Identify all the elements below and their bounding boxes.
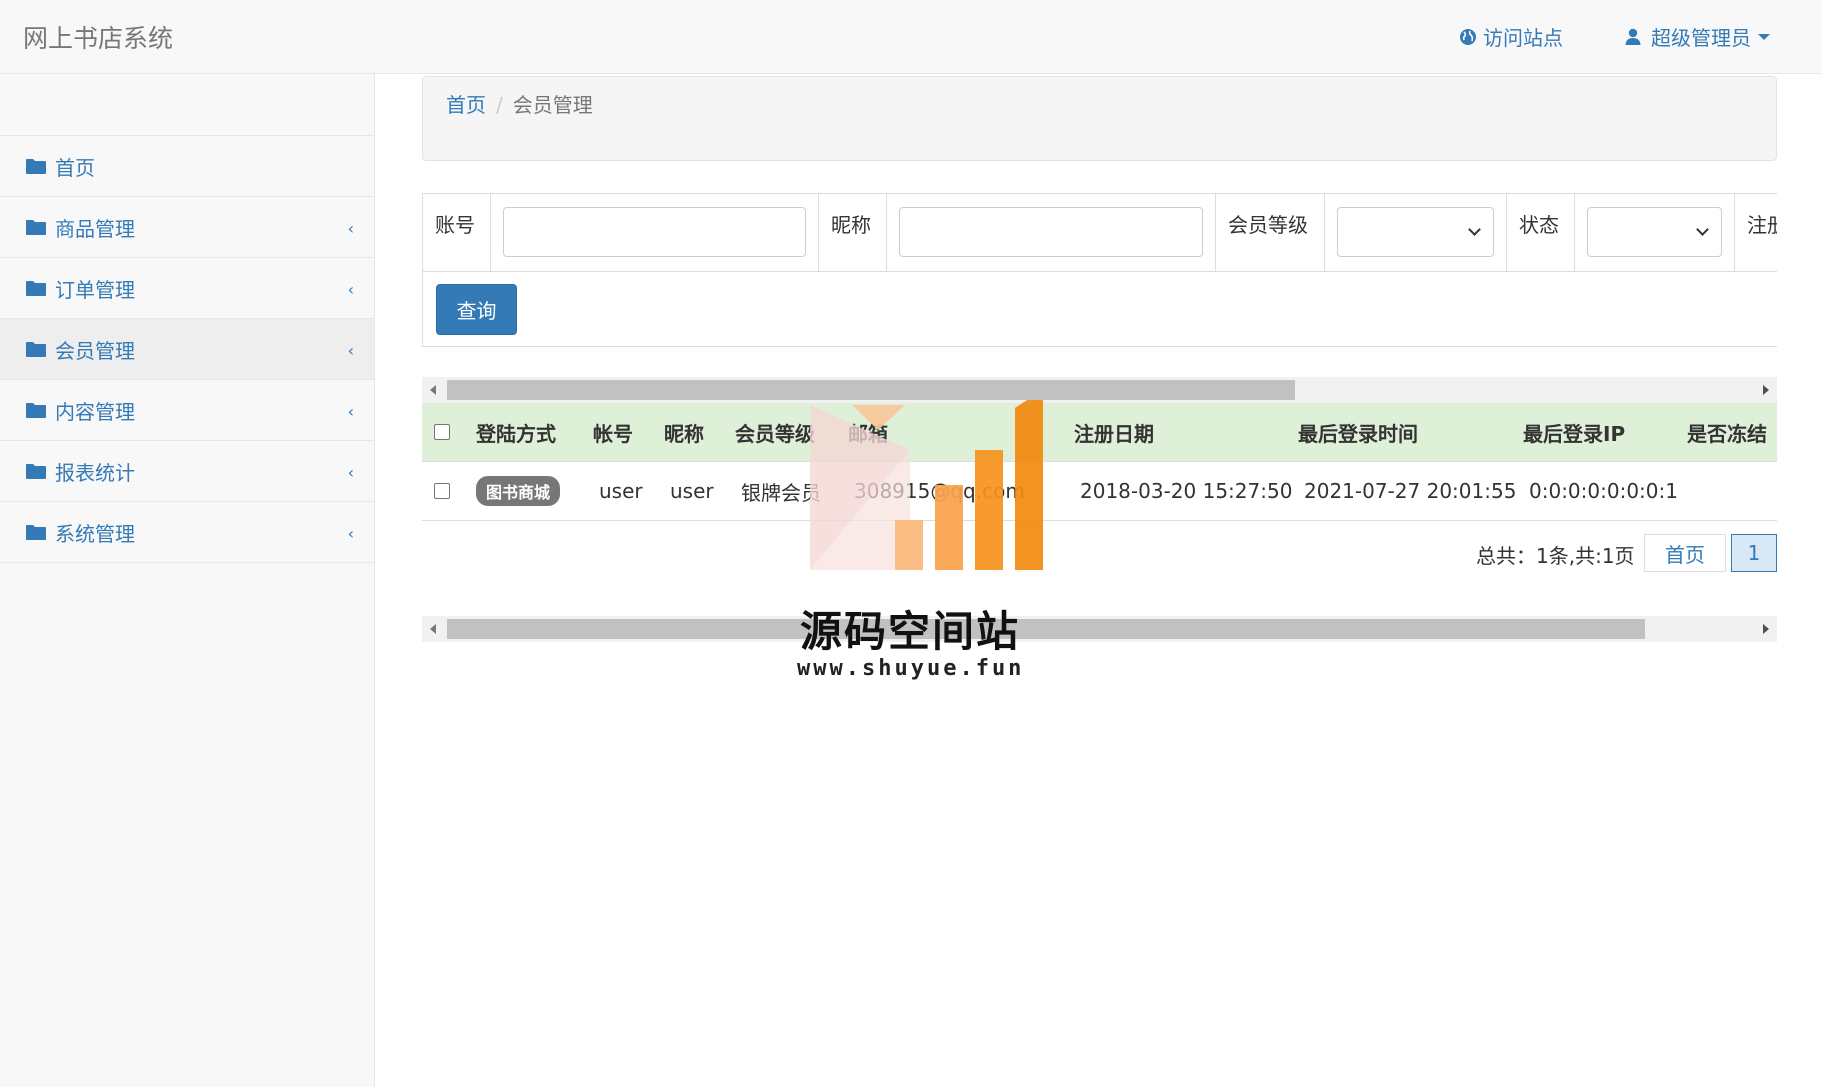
register-date-label: 注册 [1735,194,1777,271]
folder-icon [26,402,46,418]
chevron-left-icon: ‹ [347,402,354,421]
cell-last-ip: 0:0:0:0:0:0:0:1 [1529,479,1678,503]
filter-form: 账号 昵称 会员等级 状态 注册 查询 [422,193,1777,347]
sidebar-item-label: 商品管理 [55,216,135,241]
table-header-row: 登陆方式 帐号 昵称 会员等级 邮箱 注册日期 最后登录时间 最后登录IP 是否… [422,403,1777,462]
chevron-left-icon: ‹ [347,219,354,238]
nickname-field-cell [887,194,1216,271]
folder-icon [26,158,46,174]
header-frozen[interactable]: 是否冻结 [1687,403,1767,461]
sidebar-item-label: 会员管理 [55,338,135,363]
sidebar-item-0[interactable]: 首页 [0,136,374,197]
top-navbar: 网上书店系统 访问站点 超级管理员 [0,0,1821,74]
cell-account: user [599,479,643,503]
header-level[interactable]: 会员等级 [735,403,815,461]
folder-icon [26,463,46,479]
scroll-right-arrow[interactable] [1763,385,1769,395]
watermark-url: www.shuyue.fun [797,656,1025,681]
visit-site-link[interactable]: 访问站点 [1459,22,1563,51]
cell-email: 308915@qq.com [854,479,1025,503]
caret-down-icon [1758,33,1770,40]
user-menu-label: 超级管理员 [1651,26,1751,50]
status-select[interactable] [1587,207,1722,257]
watermark-title: 源码空间站 [800,607,1021,656]
login-method-badge: 图书商城 [476,476,561,506]
chevron-left-icon: ‹ [347,463,354,482]
status-label: 状态 [1507,194,1575,271]
header-email[interactable]: 邮箱 [848,403,888,461]
table-row[interactable]: 图书商城 user user 银牌会员 308915@qq.com 2018-0… [422,462,1777,521]
row-checkbox[interactable] [434,483,450,499]
breadcrumb: 首页 / 会员管理 [422,76,1777,161]
breadcrumb-current: 会员管理 [512,93,593,117]
level-select[interactable] [1337,207,1494,257]
sidebar-item-label: 系统管理 [55,521,135,546]
globe-icon [1460,28,1476,45]
scroll-right-arrow[interactable] [1763,624,1769,634]
level-label: 会员等级 [1216,194,1325,271]
cell-nickname: user [670,479,714,503]
sidebar-item-6[interactable]: 系统管理 ‹ [0,502,374,563]
sidebar-spacer [0,74,374,136]
sidebar: 首页商品管理 ‹ 订单管理 ‹ 会员管理 ‹ 内容管理 ‹ 报表统计 ‹ 系统管理 ‹ [0,74,375,1087]
folder-icon [26,524,46,540]
status-field-cell [1575,194,1735,271]
chevron-left-icon: ‹ [347,341,354,360]
sidebar-item-2[interactable]: 订单管理 ‹ [0,258,374,319]
query-button[interactable]: 查询 [436,284,517,335]
sidebar-item-label: 内容管理 [55,399,135,424]
chevron-left-icon: ‹ [347,524,354,543]
sidebar-item-5[interactable]: 报表统计 ‹ [0,441,374,502]
breadcrumb-home-link[interactable]: 首页 [446,93,486,117]
header-register-date[interactable]: 注册日期 [1074,403,1154,461]
account-label: 账号 [423,194,491,271]
header-nickname[interactable]: 昵称 [664,403,704,461]
sidebar-menu: 首页商品管理 ‹ 订单管理 ‹ 会员管理 ‹ 内容管理 ‹ 报表统计 ‹ 系统管理 ‹ [0,136,374,563]
user-icon [1625,28,1641,45]
cell-last-login: 2021-07-27 20:01:55 [1304,479,1517,503]
scroll-thumb[interactable] [447,380,1295,400]
sidebar-item-4[interactable]: 内容管理 ‹ [0,380,374,441]
filter-row: 账号 昵称 会员等级 状态 注册 [423,194,1777,272]
header-login-method[interactable]: 登陆方式 [476,403,556,461]
sidebar-item-label: 订单管理 [55,277,135,302]
sidebar-item-1[interactable]: 商品管理 ‹ [0,197,374,258]
sidebar-item-label: 首页 [55,155,95,180]
account-field-cell [491,194,819,271]
nickname-label: 昵称 [819,194,887,271]
table-scrollbar-top[interactable] [422,377,1777,403]
pagination-first-button[interactable]: 首页 [1644,534,1726,572]
pagination-summary: 总共：1条,共:1页 [1476,544,1635,568]
app-title[interactable]: 网上书店系统 [23,19,173,55]
folder-icon [26,280,46,296]
chevron-left-icon: ‹ [347,280,354,299]
members-table: 登陆方式 帐号 昵称 会员等级 邮箱 注册日期 最后登录时间 最后登录IP 是否… [422,403,1777,521]
select-all-checkbox[interactable] [434,424,450,440]
scroll-left-arrow[interactable] [430,624,436,634]
header-last-login[interactable]: 最后登录时间 [1298,403,1418,461]
nickname-input[interactable] [899,207,1203,257]
sidebar-item-label: 报表统计 [55,460,135,485]
scroll-thumb[interactable] [447,619,1645,639]
folder-icon [26,341,46,357]
folder-icon [26,219,46,235]
user-menu-dropdown[interactable]: 超级管理员 [1625,22,1777,51]
scroll-left-arrow[interactable] [430,385,436,395]
account-input[interactable] [503,207,806,257]
header-account[interactable]: 帐号 [593,403,633,461]
header-last-ip[interactable]: 最后登录IP [1523,403,1625,461]
visit-site-label: 访问站点 [1483,26,1563,50]
sidebar-item-3[interactable]: 会员管理 ‹ [0,319,374,380]
breadcrumb-separator: / [496,93,503,117]
cell-level: 银牌会员 [741,480,821,505]
pagination-page-1[interactable]: 1 [1731,534,1777,572]
cell-register-date: 2018-03-20 15:27:50 [1080,479,1293,503]
level-field-cell [1325,194,1507,271]
table-scrollbar-bottom[interactable] [422,616,1777,642]
